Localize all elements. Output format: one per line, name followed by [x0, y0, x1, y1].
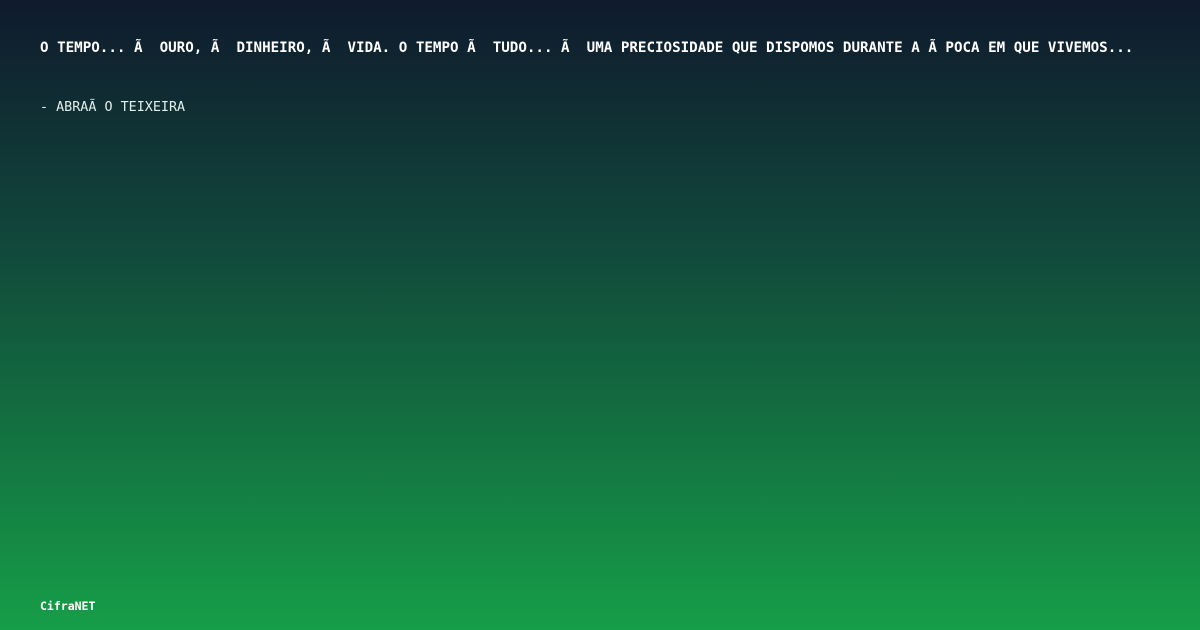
brand-logo-text: CifraNET — [40, 599, 96, 613]
quote-text: O TEMPO... Ã OURO, Ã DINHEIRO, Ã VIDA. O… — [40, 40, 1134, 56]
quote-author: - ABRAÃ O TEIXEIRA — [40, 100, 186, 115]
